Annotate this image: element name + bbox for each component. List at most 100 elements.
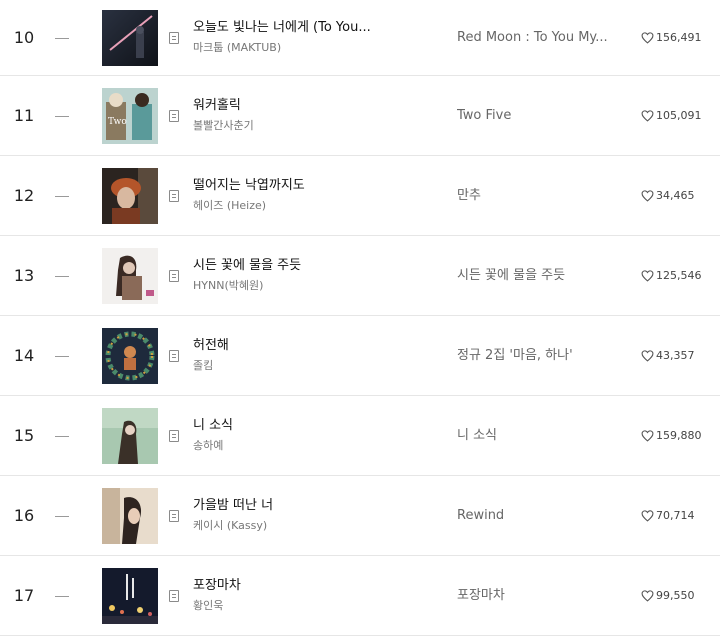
- album-cover[interactable]: [102, 567, 158, 624]
- song-info: 시든 꽃에 물을 주듯 HYNN(박혜원): [193, 256, 423, 294]
- song-detail-icon[interactable]: [169, 189, 179, 202]
- like-count: 70,714: [656, 508, 695, 522]
- album-cover-art: [102, 487, 158, 544]
- song-title[interactable]: 워커홀릭: [193, 96, 423, 115]
- song-title[interactable]: 허전해: [193, 336, 423, 355]
- heart-outline-icon: [641, 589, 654, 602]
- song-info: 니 소식 송하예: [193, 416, 423, 454]
- album-name[interactable]: 정규 2집 '마음, 하나': [457, 347, 617, 365]
- album-cover[interactable]: [102, 247, 158, 304]
- like-button[interactable]: 70,714: [641, 508, 695, 524]
- rank-unchanged-icon: [55, 275, 69, 277]
- album-cover[interactable]: [102, 167, 158, 224]
- song-detail-icon[interactable]: [169, 589, 179, 602]
- like-count: 34,465: [656, 188, 695, 202]
- album-cover-art: [102, 167, 158, 224]
- song-detail-icon[interactable]: [169, 349, 179, 362]
- artist-name[interactable]: 헤이즈 (Heize): [193, 197, 423, 214]
- song-info: 포장마차 황인욱: [193, 576, 423, 614]
- song-detail-icon[interactable]: [169, 31, 179, 44]
- chart-row: 10 오늘도 빛나는 너에게 (To You... 마크툽 (MAKTUB) R…: [0, 0, 720, 76]
- song-title[interactable]: 포장마차: [193, 576, 423, 595]
- heart-outline-icon: [641, 509, 654, 522]
- like-button[interactable]: 34,465: [641, 188, 695, 204]
- song-detail-icon[interactable]: [169, 429, 179, 442]
- album-name[interactable]: 시든 꽃에 물을 주듯: [457, 267, 617, 285]
- rank-unchanged-icon: [55, 115, 69, 117]
- chart-row: 12 떨어지는 낙엽까지도 헤이즈 (Heize) 만추 34,465: [0, 156, 720, 236]
- like-count: 125,546: [656, 268, 702, 282]
- heart-outline-icon: [641, 109, 654, 122]
- rank-number: 10: [13, 28, 35, 47]
- like-count: 43,357: [656, 348, 695, 362]
- like-button[interactable]: 156,491: [641, 30, 702, 46]
- album-cover-art: Two: [102, 87, 158, 144]
- album-cover[interactable]: [102, 9, 158, 66]
- rank-number: 16: [13, 506, 35, 525]
- album-name[interactable]: Rewind: [457, 507, 617, 525]
- artist-name[interactable]: 볼빨간사춘기: [193, 117, 423, 134]
- like-count: 159,880: [656, 428, 702, 442]
- heart-outline-icon: [641, 189, 654, 202]
- artist-name[interactable]: 케이시 (Kassy): [193, 517, 423, 534]
- song-info: 떨어지는 낙엽까지도 헤이즈 (Heize): [193, 176, 423, 214]
- song-detail-icon[interactable]: [169, 109, 179, 122]
- song-title[interactable]: 오늘도 빛나는 너에게 (To You...: [193, 18, 423, 37]
- svg-text:Two: Two: [108, 117, 127, 127]
- song-title[interactable]: 니 소식: [193, 416, 423, 435]
- rank-number: 13: [13, 266, 35, 285]
- album-name[interactable]: Red Moon : To You My...: [457, 29, 617, 47]
- artist-name[interactable]: 마크툽 (MAKTUB): [193, 39, 423, 56]
- rank-unchanged-icon: [55, 515, 69, 517]
- song-info: 오늘도 빛나는 너에게 (To You... 마크툽 (MAKTUB): [193, 18, 423, 56]
- album-name[interactable]: 니 소식: [457, 427, 617, 445]
- album-cover[interactable]: Two: [102, 87, 158, 144]
- like-button[interactable]: 43,357: [641, 348, 695, 364]
- artist-name[interactable]: HYNN(박혜원): [193, 277, 423, 294]
- heart-outline-icon: [641, 429, 654, 442]
- song-info: 허전해 졸킴: [193, 336, 423, 374]
- song-title[interactable]: 떨어지는 낙엽까지도: [193, 176, 423, 195]
- chart-row: 14 허전해 졸킴 정규 2집 '마음, 하나' 43,357: [0, 316, 720, 396]
- chart-row: 17 포장마차 황인욱 포장마차 99,550: [0, 556, 720, 636]
- artist-name[interactable]: 황인욱: [193, 597, 423, 614]
- rank-unchanged-icon: [55, 355, 69, 357]
- chart-row: 11 Two 워커홀릭 볼빨간사춘기 Two Five 105,091: [0, 76, 720, 156]
- like-button[interactable]: 125,546: [641, 268, 702, 284]
- rank-number: 17: [13, 586, 35, 605]
- rank-number: 14: [13, 346, 35, 365]
- song-title[interactable]: 시든 꽃에 물을 주듯: [193, 256, 423, 275]
- song-info: 워커홀릭 볼빨간사춘기: [193, 96, 423, 134]
- song-detail-icon[interactable]: [169, 509, 179, 522]
- album-cover-art: [102, 247, 158, 304]
- album-cover[interactable]: [102, 487, 158, 544]
- artist-name[interactable]: 졸킴: [193, 357, 423, 374]
- heart-outline-icon: [641, 349, 654, 362]
- album-cover-art: [102, 327, 158, 384]
- song-info: 가을밤 떠난 너 케이시 (Kassy): [193, 496, 423, 534]
- rank-number: 12: [13, 186, 35, 205]
- album-name[interactable]: 포장마차: [457, 587, 617, 605]
- song-detail-icon[interactable]: [169, 269, 179, 282]
- like-count: 156,491: [656, 30, 702, 44]
- rank-unchanged-icon: [55, 37, 69, 39]
- album-cover[interactable]: [102, 407, 158, 464]
- rank-number: 11: [13, 106, 35, 125]
- rank-number: 15: [13, 426, 35, 445]
- album-cover-art: [102, 567, 158, 624]
- rank-unchanged-icon: [55, 595, 69, 597]
- album-cover[interactable]: [102, 327, 158, 384]
- album-name[interactable]: Two Five: [457, 107, 617, 125]
- like-button[interactable]: 159,880: [641, 428, 702, 444]
- artist-name[interactable]: 송하예: [193, 437, 423, 454]
- album-name[interactable]: 만추: [457, 187, 617, 205]
- chart-row: 13 시든 꽃에 물을 주듯 HYNN(박혜원) 시든 꽃에 물을 주듯 125…: [0, 236, 720, 316]
- album-cover-art: [102, 9, 158, 66]
- chart-row: 16 가을밤 떠난 너 케이시 (Kassy) Rewind 70,714: [0, 476, 720, 556]
- like-count: 105,091: [656, 108, 702, 122]
- like-button[interactable]: 99,550: [641, 588, 695, 604]
- song-title[interactable]: 가을밤 떠난 너: [193, 496, 423, 515]
- heart-outline-icon: [641, 269, 654, 282]
- like-button[interactable]: 105,091: [641, 108, 702, 124]
- like-count: 99,550: [656, 588, 695, 602]
